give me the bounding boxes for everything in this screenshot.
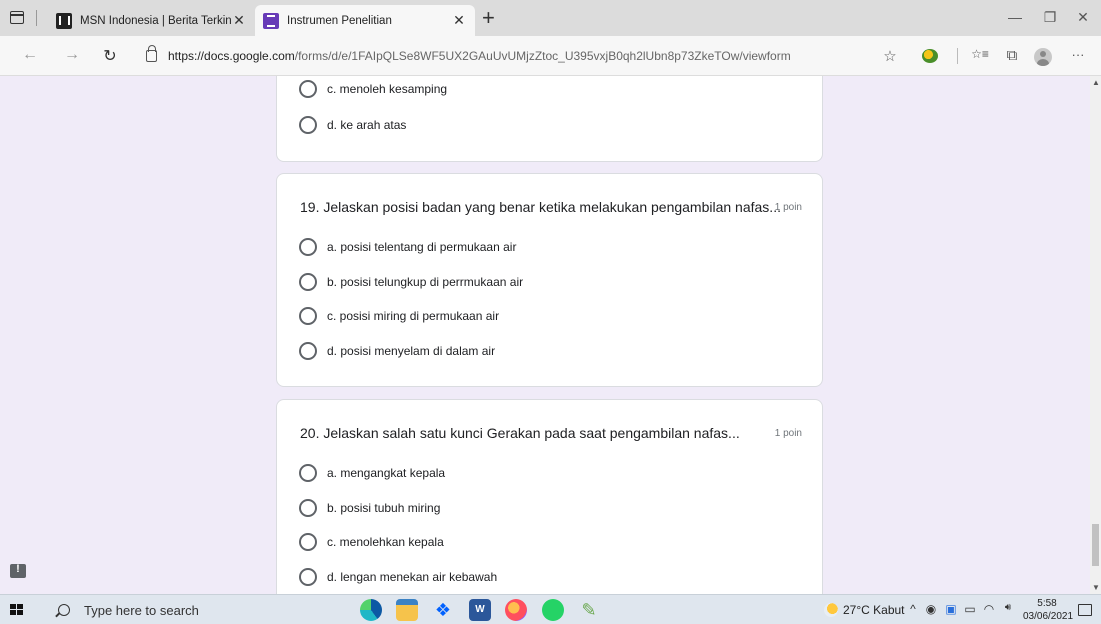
firefox-icon[interactable] [505, 599, 527, 621]
tab-title: Instrumen Penelitian [287, 14, 392, 27]
option-label: b. posisi telungkup di perrmukaan air [327, 275, 524, 289]
radio-button[interactable] [299, 533, 317, 551]
dropbox-icon[interactable]: ❖ [432, 599, 454, 621]
weather-text[interactable]: 27°C Kabut [843, 603, 905, 617]
address-bar-row: ← → ↻ https://docs.google.com/forms/d/e/… [0, 36, 1101, 76]
question-title: 20. Jelaskan salah satu kunci Gerakan pa… [300, 425, 740, 441]
more-menu-icon[interactable]: ··· [1068, 47, 1088, 62]
question-points: 1 poin [774, 202, 802, 213]
scroll-thumb[interactable] [1092, 524, 1099, 566]
answer-option[interactable]: c. menoleh kesamping [299, 79, 447, 99]
notification-icon[interactable] [1078, 604, 1092, 616]
scroll-up-arrow-icon[interactable]: ▲ [1092, 78, 1100, 87]
tab-msn[interactable]: MSN Indonesia | Berita Terkini H ✕ [48, 5, 255, 36]
option-label: b. posisi tubuh miring [327, 501, 441, 515]
answer-option[interactable]: a. posisi telentang di permukaan air [299, 237, 516, 257]
restore-button[interactable]: ❐ [1040, 9, 1060, 26]
volume-icon[interactable]: 🔊︎ [1001, 602, 1015, 613]
radio-button[interactable] [299, 116, 317, 134]
option-label: d. posisi menyelam di dalam air [327, 344, 496, 358]
option-label: d. ke arah atas [327, 118, 407, 132]
radio-button[interactable] [299, 499, 317, 517]
answer-option[interactable]: b. posisi tubuh miring [299, 498, 440, 518]
close-window-button[interactable]: ✕ [1073, 9, 1093, 26]
paint-icon[interactable]: ✎ [578, 599, 600, 621]
favorites-icon[interactable]: ☆≡ [970, 47, 990, 61]
extension-icon[interactable] [922, 49, 938, 63]
page-scrollbar[interactable]: ▲ ▼ [1090, 76, 1101, 594]
option-label: a. mengangkat kepala [327, 466, 446, 480]
option-label: c. menolehkan kepala [327, 535, 444, 549]
tab-instrumen-penelitian[interactable]: Instrumen Penelitian ✕ [255, 5, 475, 36]
google-forms-icon [263, 12, 279, 29]
radio-button[interactable] [299, 238, 317, 256]
file-explorer-icon[interactable] [396, 599, 418, 621]
radio-button[interactable] [299, 307, 317, 325]
tray-chevron-icon[interactable]: ^ [906, 602, 920, 616]
tab-strip: MSN Indonesia | Berita Terkini H ✕ Instr… [0, 0, 1101, 36]
option-label: a. posisi telentang di permukaan air [327, 240, 517, 254]
search-icon [58, 604, 70, 616]
radio-button[interactable] [299, 464, 317, 482]
question-card-19: 19. Jelaskan posisi badan yang benar ket… [276, 173, 823, 387]
tab-actions-icon[interactable] [10, 11, 24, 24]
answer-option[interactable]: d. posisi menyelam di dalam air [299, 341, 495, 361]
question-title: 19. Jelaskan posisi badan yang benar ket… [300, 199, 781, 215]
answer-option[interactable]: c. menolehkan kepala [299, 532, 444, 552]
answer-option[interactable]: d. lengan menekan air kebawah [299, 567, 497, 587]
answer-option[interactable]: d. ke arah atas [299, 115, 406, 135]
close-icon[interactable]: ✕ [231, 12, 247, 29]
radio-button[interactable] [299, 80, 317, 98]
form-page: c. menoleh kesamping d. ke arah atas 19.… [0, 76, 1101, 594]
clock-date: 03/06/2021 [1023, 611, 1074, 622]
url-host: https://docs.google.com [168, 49, 295, 63]
question-card-20: 20. Jelaskan salah satu kunci Gerakan pa… [276, 399, 823, 594]
whatsapp-icon[interactable] [542, 599, 564, 621]
taskbar-clock[interactable]: 5:58 03/06/2021 [1023, 597, 1074, 623]
option-label: d. lengan menekan air kebawah [327, 570, 498, 584]
add-favorite-icon[interactable]: ☆ [880, 47, 900, 65]
report-feedback-icon[interactable] [10, 563, 26, 578]
word-icon[interactable] [469, 599, 491, 621]
tab-title: MSN Indonesia | Berita Terkini H [80, 14, 231, 27]
option-label: c. menoleh kesamping [327, 82, 448, 96]
tray-app-icon[interactable]: ▣ [944, 602, 958, 616]
option-label: c. posisi miring di permukaan air [327, 309, 500, 323]
question-card-18: c. menoleh kesamping d. ke arah atas [276, 76, 823, 162]
toolbar-divider [957, 48, 958, 64]
forward-button[interactable]: → [62, 46, 82, 64]
address-bar[interactable]: https://docs.google.com/forms/d/e/1FAIpQ… [168, 49, 791, 63]
reload-button[interactable]: ↻ [100, 46, 120, 66]
lock-icon[interactable] [146, 45, 157, 62]
search-placeholder: Type here to search [84, 602, 199, 618]
minimize-button[interactable]: — [1005, 9, 1025, 25]
taskbar-search-box[interactable]: Type here to search [46, 597, 344, 623]
radio-button[interactable] [299, 568, 317, 586]
radio-button[interactable] [299, 342, 317, 360]
battery-icon[interactable]: ▭ [963, 602, 977, 616]
radio-button[interactable] [299, 273, 317, 291]
answer-option[interactable]: a. mengangkat kepala [299, 463, 445, 483]
weather-icon[interactable] [824, 603, 838, 617]
answer-option[interactable]: c. posisi miring di permukaan air [299, 306, 499, 326]
url-path: /forms/d/e/1FAIpQLSe8WF5UX2GAuUvUMjzZtoc… [294, 49, 791, 63]
tab-separator [36, 10, 37, 26]
close-icon[interactable]: ✕ [451, 12, 467, 29]
profile-avatar[interactable] [1034, 48, 1052, 66]
windows-taskbar: Type here to search ❖ ✎ 27°C Kabut ^ ◉ ▣… [0, 594, 1101, 624]
back-button[interactable]: ← [20, 46, 40, 64]
edge-icon[interactable] [360, 599, 382, 621]
tray-app-icon[interactable]: ◉ [924, 602, 938, 616]
new-tab-button[interactable]: + [482, 6, 495, 30]
wifi-icon[interactable]: ◠ [982, 602, 996, 616]
windows-start-icon[interactable] [10, 604, 23, 616]
clock-time: 5:58 [1037, 598, 1057, 609]
answer-option[interactable]: b. posisi telungkup di perrmukaan air [299, 272, 523, 292]
scroll-down-arrow-icon[interactable]: ▼ [1092, 583, 1100, 592]
question-points: 1 poin [774, 428, 802, 439]
msn-icon [56, 12, 72, 29]
collections-icon[interactable]: ⧉ [1002, 47, 1022, 64]
